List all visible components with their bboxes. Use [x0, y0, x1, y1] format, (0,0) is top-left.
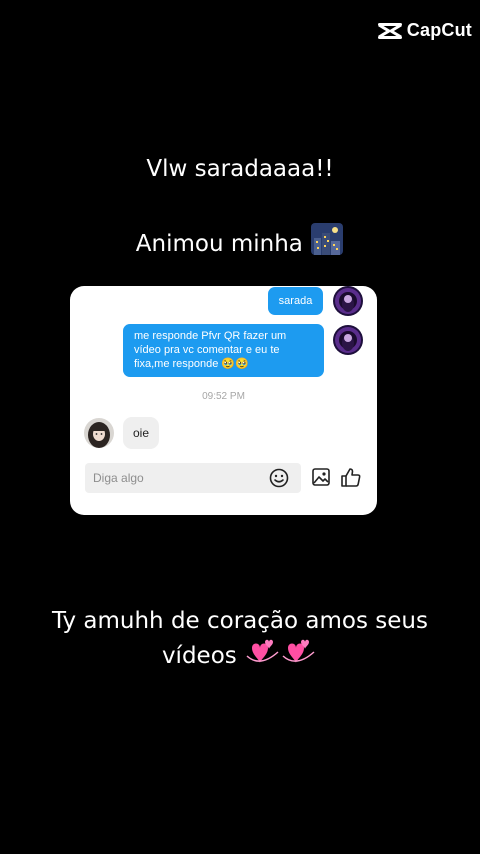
message-text: me responde Pfvr QR fazer um vídeo pra v… — [134, 330, 287, 370]
capcut-wordmark: CapCut — [406, 20, 472, 40]
capcut-logo-icon — [377, 21, 403, 41]
avatar[interactable] — [333, 325, 363, 355]
caption-thanks: Vlw saradaaaa!! — [0, 154, 480, 184]
capcut-watermark: CapCut — [377, 20, 472, 41]
thumbs-up-icon[interactable] — [339, 465, 363, 489]
message-text: sarada — [278, 295, 313, 307]
message-text: oie — [132, 426, 149, 440]
caption-love: Ty amuhh de coração amos seus vídeos — [0, 606, 480, 676]
caption-animou: Animou minha — [0, 222, 480, 264]
image-icon[interactable] — [310, 466, 332, 488]
caption-love-text: Ty amuhh de coração amos seus vídeos — [52, 608, 428, 669]
avatar[interactable] — [84, 418, 114, 448]
night-city-emoji — [310, 222, 344, 264]
message-input[interactable] — [93, 463, 253, 493]
revolving-hearts-emoji — [244, 636, 318, 676]
outgoing-message-bubble: me responde Pfvr QR fazer um vídeo pra v… — [123, 324, 324, 377]
incoming-message-bubble: oie — [123, 417, 159, 449]
outgoing-message-bubble: sarada — [268, 287, 323, 315]
caption-thanks-text: Vlw saradaaaa!! — [146, 156, 334, 182]
emoji-icon[interactable] — [268, 467, 290, 489]
message-composer — [85, 463, 301, 493]
message-timestamp: 09:52 PM — [202, 391, 245, 402]
caption-animou-text: Animou minha — [135, 231, 303, 257]
chat-card: sarada me responde Pfvr QR fazer um víde… — [70, 286, 377, 515]
avatar[interactable] — [333, 286, 363, 316]
